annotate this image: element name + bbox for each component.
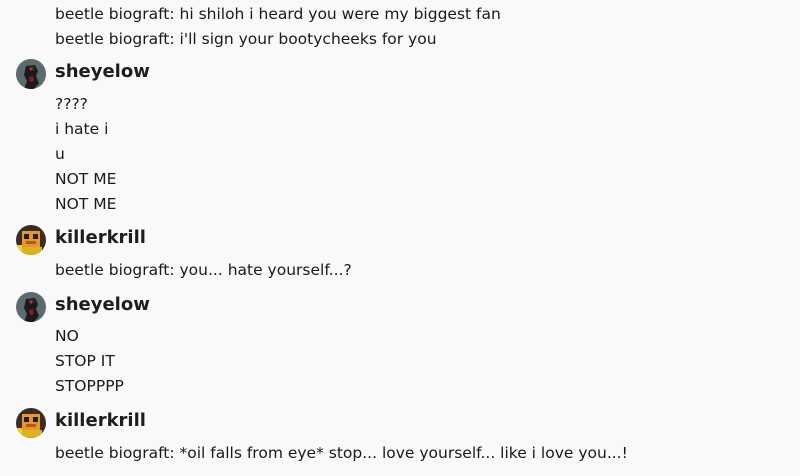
message-line: ???? bbox=[55, 95, 88, 113]
message-line: NOT ME bbox=[55, 170, 117, 188]
message-line: STOPPPP bbox=[55, 377, 124, 395]
message-line: beetle biograft: hi shiloh i heard you w… bbox=[55, 5, 501, 23]
username[interactable]: killerkrill bbox=[55, 410, 146, 432]
username[interactable]: sheyelow bbox=[55, 61, 150, 83]
dark-avatar-icon[interactable] bbox=[16, 59, 46, 89]
message-line: NOT ME bbox=[55, 195, 117, 213]
message-line: NO bbox=[55, 327, 79, 345]
message-line: i hate i bbox=[55, 120, 109, 138]
orange-avatar-icon[interactable] bbox=[16, 225, 46, 255]
message-line: beetle biograft: *oil falls from eye* st… bbox=[55, 444, 628, 462]
dark-avatar-icon[interactable] bbox=[16, 292, 46, 322]
message-line: beetle biograft: i'll sign your bootyche… bbox=[55, 30, 437, 48]
chat-log: beetle biograft: hi shiloh i heard you w… bbox=[0, 0, 800, 476]
username[interactable]: killerkrill bbox=[55, 227, 146, 249]
orange-avatar-icon[interactable] bbox=[16, 408, 46, 438]
username[interactable]: sheyelow bbox=[55, 294, 150, 316]
message-line: u bbox=[55, 145, 65, 163]
message-line: beetle biograft: you... hate yourself...… bbox=[55, 261, 352, 279]
message-line: STOP IT bbox=[55, 352, 115, 370]
